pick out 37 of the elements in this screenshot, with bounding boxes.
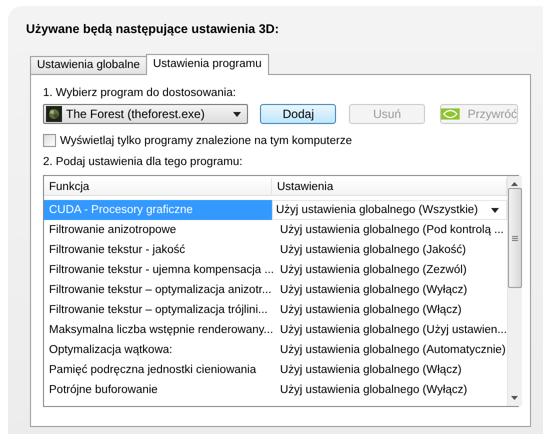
table-cell[interactable]: Użyj ustawienia globalnego (Pod kontrolą ...	[272, 220, 507, 240]
tab[interactable]: Ustawienia globalne	[30, 56, 147, 74]
table-cell[interactable]: Użyj ustawienia globalnego (Automatycznie)	[272, 340, 507, 360]
scrollbar[interactable]	[506, 176, 522, 406]
scroll-up-icon[interactable]	[511, 182, 518, 186]
scroll-down-icon[interactable]	[511, 396, 518, 400]
table-cell[interactable]: Filtrowanie tekstur - ujemna kompensacja ...	[44, 260, 272, 280]
table-cell[interactable]: Użyj ustawienia globalnego (Użyj ustawien...	[272, 320, 507, 340]
section-heading: Używane będą następujące ustawienia 3D:	[26, 22, 280, 36]
checkbox-label: Wyświetlaj tylko programy znalezione na tym komputerze	[60, 134, 352, 146]
column-header[interactable]: Funkcja	[44, 178, 272, 196]
table-cell[interactable]: Maksymalna liczba wstępnie renderowany...	[44, 320, 272, 340]
grip-icon	[512, 236, 518, 240]
checkbox[interactable]	[43, 134, 56, 147]
table-cell[interactable]: Użyj ustawienia globalnego (Zezwól)	[272, 260, 507, 280]
button[interactable]: Dodaj	[260, 104, 336, 124]
tab[interactable]: Ustawienia programu	[146, 54, 269, 75]
table-cell[interactable]: Filtrowanie anizotropowe	[44, 220, 272, 240]
table-cell[interactable]: Użyj ustawienia globalnego (Włącz)	[272, 300, 507, 320]
table-cell[interactable]: Pamięć podręczna jednostki cieniowania	[44, 360, 272, 380]
program-dropdown[interactable]: The Forest (theforest.exe)	[43, 104, 248, 124]
table-cell[interactable]: Optymalizacja wątkowa:	[44, 340, 272, 360]
game-icon	[46, 106, 62, 122]
table-cell[interactable]: Użyj ustawienia globalnego (Jakość)	[272, 240, 507, 260]
field-label: 2. Podaj ustawienia dla tego programu:	[43, 155, 244, 169]
table-cell[interactable]: Użyj ustawienia globalnego (Wyłącz)	[272, 280, 507, 300]
caret-icon	[490, 208, 499, 212]
table-cell[interactable]: Filtrowanie tekstur – optymalizacja trójlini...	[44, 300, 272, 320]
setting-dropdown[interactable]: Użyj ustawienia globalnego (Wszystkie)	[272, 200, 507, 220]
field-label: 1. Wybierz program do dostosowania:	[43, 86, 237, 100]
table-cell[interactable]: Filtrowanie tekstur – optymalizacja anizotr...	[44, 280, 272, 300]
table-cell[interactable]: Filtrowanie tekstur - jakość	[44, 240, 272, 260]
table-cell[interactable]: Potrójne buforowanie	[44, 380, 272, 400]
caret-icon	[233, 112, 242, 116]
table-cell[interactable]: Użyj ustawienia globalnego (Włącz)	[272, 360, 507, 380]
table-cell[interactable]: Użyj ustawienia globalnego (Wyłącz)	[272, 380, 507, 400]
eye-logo-icon	[441, 108, 460, 120]
